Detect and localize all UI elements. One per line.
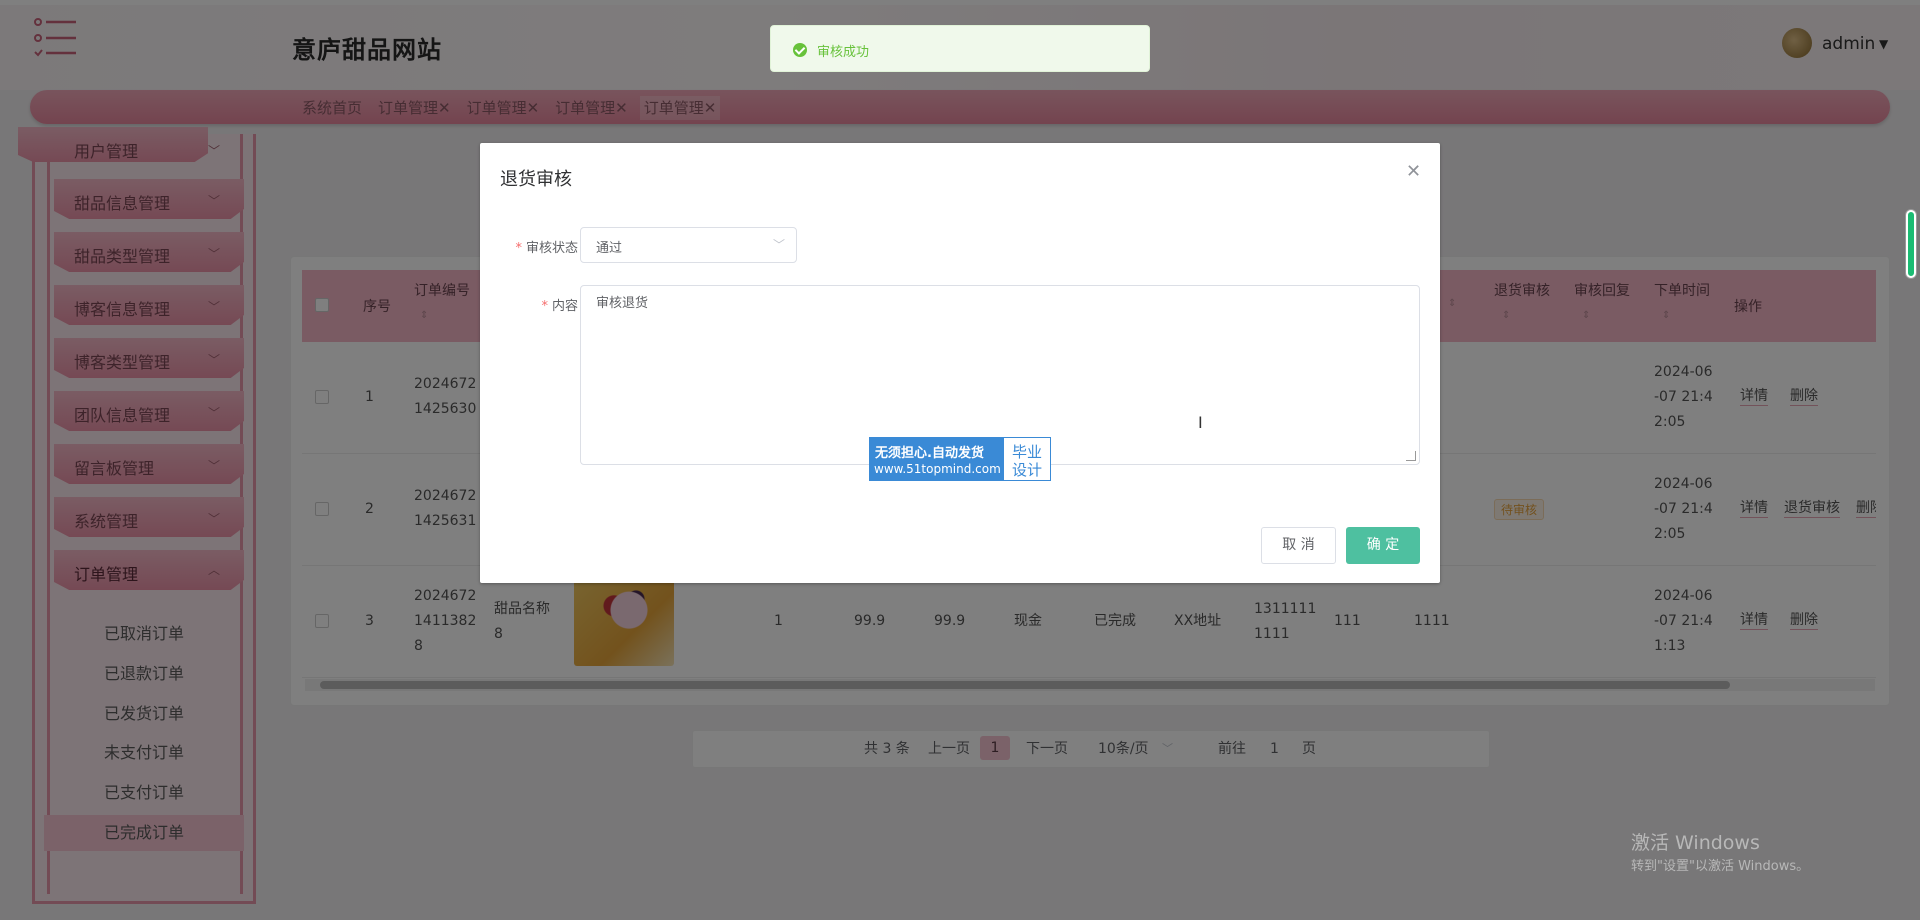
watermark-badge: 无须担心.自动发货 www.51topmind.com 毕业 设计 [869,437,1051,481]
success-check-icon [793,43,807,57]
dialog-title: 退货审核 [500,169,572,190]
watermark-right2: 设计 [1012,461,1043,479]
close-icon[interactable]: ✕ [1406,161,1421,182]
resize-grip-icon[interactable] [1406,451,1416,461]
watermark-left: 无须担心.自动发货 www.51topmind.com [870,438,1004,480]
success-toast: 审核成功 [770,25,1150,72]
text-cursor-icon: I [1198,413,1203,432]
windows-activation-hint: 转到"设置"以激活 Windows。 [1631,859,1810,874]
select-value: 通过 [596,241,623,256]
confirm-button[interactable]: 确 定 [1346,527,1420,564]
windows-activation-title: 激活 Windows [1631,832,1760,854]
content-label: * 内容 [541,299,578,314]
return-review-dialog: 退货审核 ✕ * 审核状态 通过 ﹀ * 内容 审核退货 I 取 消 确 定 [480,143,1440,583]
status-label: * 审核状态 [515,241,578,256]
review-status-select[interactable]: 通过 ﹀ [580,227,797,263]
vertical-scrollbar[interactable] [1906,210,1916,278]
chevron-down-icon: ﹀ [773,238,786,252]
cancel-button[interactable]: 取 消 [1261,527,1336,564]
toast-message: 审核成功 [817,45,870,60]
watermark-line2: www.51topmind.com [874,462,1001,476]
watermark-line1: 无须担心.自动发货 [875,446,984,461]
